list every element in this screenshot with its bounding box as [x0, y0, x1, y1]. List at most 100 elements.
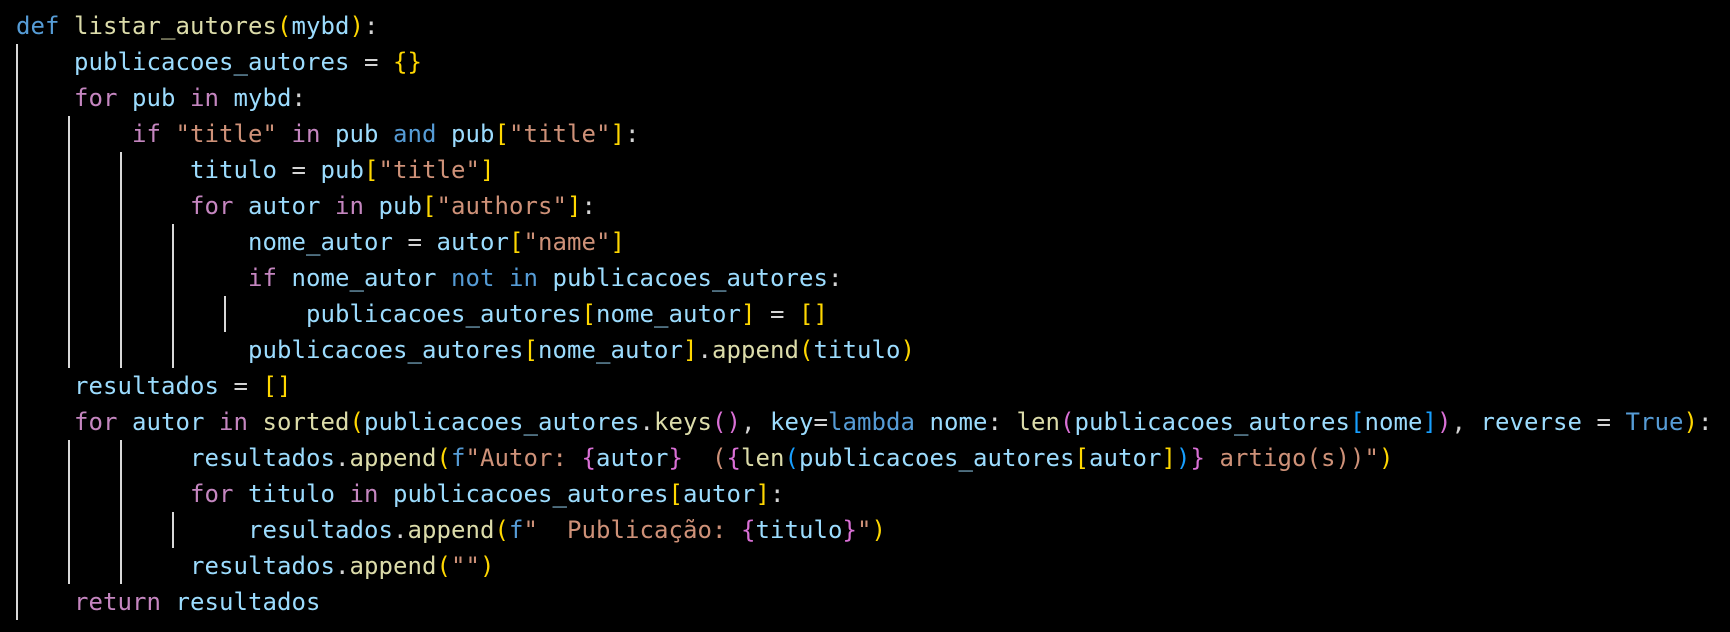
code-token: autor: [132, 408, 205, 436]
code-token: (: [436, 444, 451, 472]
code-token: ]: [610, 228, 625, 256]
code-token: .: [335, 552, 350, 580]
code-token: :: [291, 84, 306, 112]
code-token: nome_autor: [538, 336, 683, 364]
code-token: "authors": [436, 192, 567, 220]
code-token: }: [842, 516, 857, 544]
code-token: in: [291, 120, 321, 148]
code-token: append: [349, 552, 437, 580]
code-token: [: [422, 192, 437, 220]
code-token: ]: [567, 192, 582, 220]
code-token: .: [335, 444, 350, 472]
code-token: nome: [929, 408, 988, 436]
code-token: nome_autor: [291, 264, 437, 292]
code-token: resultados: [74, 372, 219, 400]
code-token: ,: [741, 408, 770, 436]
code-token: ": [857, 516, 872, 544]
code-token: autor: [436, 228, 509, 256]
code-token: =: [277, 156, 321, 184]
code-token: []: [798, 300, 828, 328]
code-token: (: [436, 552, 451, 580]
code-token: ]: [1422, 408, 1437, 436]
code-editor[interactable]: def listar_autores(mybd): publicacoes_au…: [0, 0, 1730, 632]
code-token: publicacoes_autores: [305, 300, 582, 328]
code-token: titulo: [248, 480, 335, 508]
code-token: autor: [248, 192, 321, 220]
code-token: pub: [335, 120, 379, 148]
code-token: }: [668, 444, 683, 472]
code-line: resultados = []: [16, 368, 292, 404]
code-token: ): [480, 552, 495, 580]
code-token: ): [1683, 408, 1698, 436]
code-token: ]: [610, 120, 625, 148]
code-token: in: [190, 84, 219, 112]
code-token: {: [726, 444, 741, 472]
code-token: titulo: [755, 516, 843, 544]
code-token: [: [509, 228, 524, 256]
code-line: for titulo in publicacoes_autores[autor]…: [16, 476, 785, 512]
code-token: }: [1190, 444, 1205, 472]
code-token: =: [219, 372, 263, 400]
code-token: not: [451, 264, 495, 292]
code-token: .: [697, 336, 712, 364]
code-token: nome: [1364, 408, 1423, 436]
code-token: (: [349, 408, 364, 436]
code-token: "title": [175, 120, 277, 148]
code-token: keys: [654, 408, 712, 436]
code-token: [: [581, 300, 596, 328]
code-token: if: [248, 264, 277, 292]
code-line: resultados.append(""): [16, 548, 495, 584]
code-token: def: [16, 12, 60, 40]
code-token: publicacoes_autores: [393, 480, 669, 508]
code-token: nome_autor: [248, 228, 393, 256]
code-token: "name": [523, 228, 611, 256]
code-token: resultados: [190, 552, 335, 580]
code-token: publicacoes_autores: [552, 264, 828, 292]
code-token: len: [1016, 408, 1060, 436]
code-token: f: [451, 444, 466, 472]
code-token: {}: [393, 48, 422, 76]
code-line: def listar_autores(mybd):: [16, 8, 379, 44]
code-token: autor: [1089, 444, 1162, 472]
code-token: .: [393, 516, 408, 544]
code-token: in: [349, 480, 379, 508]
code-line: nome_autor = autor["name"]: [16, 224, 625, 260]
code-token: [: [1350, 408, 1365, 436]
code-line: for autor in pub["authors"]:: [16, 188, 596, 224]
code-token: :: [364, 12, 379, 40]
code-token: :: [1698, 408, 1713, 436]
code-token: :: [987, 408, 1017, 436]
code-token: autor: [596, 444, 669, 472]
code-token: and: [393, 120, 437, 148]
code-token: publicacoes_autores: [74, 48, 350, 76]
code-token: ): [900, 336, 915, 364]
code-token: ]: [683, 336, 698, 364]
code-line: for autor in sorted(publicacoes_autores.…: [16, 404, 1713, 440]
code-token: [: [523, 336, 538, 364]
code-token: lambda: [828, 408, 915, 436]
code-line: if "title" in pub and pub["title"]:: [16, 116, 640, 152]
